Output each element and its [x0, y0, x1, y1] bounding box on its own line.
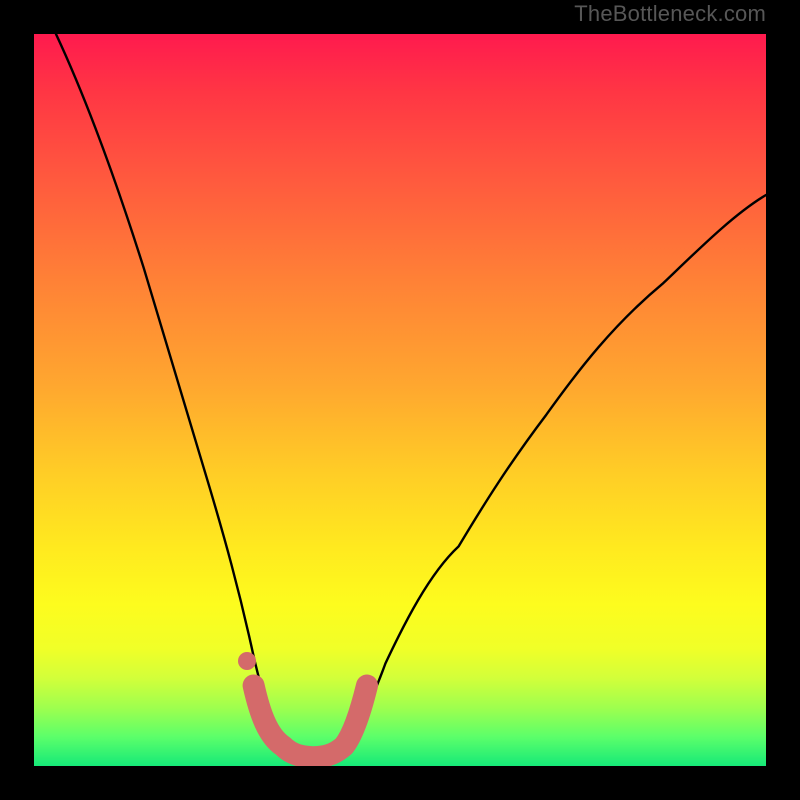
bottleneck-curve	[56, 34, 766, 759]
highlight-dot	[238, 652, 256, 670]
outer-frame: TheBottleneck.com	[0, 0, 800, 800]
chart-plot-area	[34, 34, 766, 766]
min-highlight	[254, 686, 367, 758]
curve-layer	[34, 34, 766, 766]
watermark-text: TheBottleneck.com	[574, 1, 766, 27]
